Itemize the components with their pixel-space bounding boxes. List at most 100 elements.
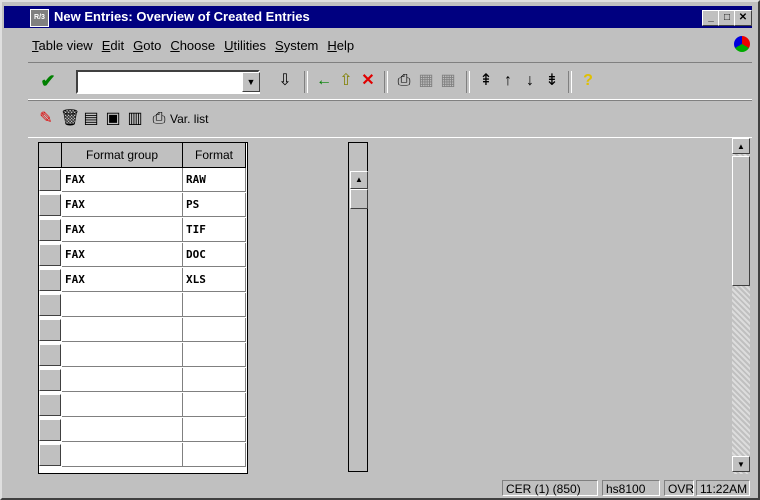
menu-item-6[interactable]: Help <box>327 38 354 53</box>
row-selector[interactable] <box>39 294 61 316</box>
screen-scroll-down-icon[interactable]: ▼ <box>732 456 750 472</box>
row-selector[interactable] <box>39 244 61 266</box>
select-all-corner[interactable] <box>39 143 62 168</box>
row-selector[interactable] <box>39 344 61 366</box>
sap-window: R/3 New Entries: Overview of Created Ent… <box>0 0 760 500</box>
row-selector[interactable] <box>39 319 61 341</box>
cell-format-group[interactable] <box>62 418 183 442</box>
table-scroll-thumb[interactable] <box>350 189 368 209</box>
enter-check-icon[interactable]: ✔ <box>38 71 58 91</box>
first-page-icon[interactable]: ⇞ <box>476 71 496 91</box>
cell-format[interactable]: RAW <box>183 168 246 192</box>
print-icon[interactable]: ⎙ <box>394 71 414 91</box>
row-selector[interactable] <box>39 419 61 441</box>
exit-icon[interactable]: ⇧ <box>336 71 356 91</box>
save-icon[interactable]: ⇩ <box>274 71 296 91</box>
cell-format[interactable] <box>183 318 246 342</box>
cell-format-group[interactable] <box>62 393 183 417</box>
menu-item-label: tilities <box>233 38 267 53</box>
header-format[interactable]: Format <box>183 143 246 168</box>
cell-format-group[interactable]: FAX <box>62 243 183 267</box>
window-title: New Entries: Overview of Created Entries <box>54 9 310 24</box>
row-selector[interactable] <box>39 369 61 391</box>
cell-format[interactable] <box>183 443 246 467</box>
menu-item-label: hoose <box>179 38 216 53</box>
menu-bar: Table view Edit Goto Choose Utilities System H… <box>32 38 363 56</box>
command-field[interactable] <box>76 70 260 94</box>
cell-format[interactable]: PS <box>183 193 246 217</box>
previous-page-icon[interactable]: ↑ <box>498 71 518 91</box>
menu-item-mnemonic: G <box>133 38 144 53</box>
cell-format-group[interactable]: FAX <box>62 268 183 292</box>
cell-format[interactable] <box>183 393 246 417</box>
var-list-print-icon[interactable]: ⎙ <box>150 109 168 129</box>
help-icon[interactable]: ? <box>578 71 598 91</box>
application-toolbar: ✎ 🗑 ▤ ▣ ▥ ⎙ Var. list <box>28 100 752 138</box>
var-list-button[interactable]: Var. list <box>170 109 208 129</box>
next-page-icon[interactable]: ↓ <box>520 71 540 91</box>
menu-item-5[interactable]: System <box>275 38 318 53</box>
close-button[interactable]: ✕ <box>734 10 752 26</box>
menu-item-3[interactable]: Choose <box>170 38 215 53</box>
screen-scrollbar[interactable]: ▲ ▼ <box>732 138 750 474</box>
title-bar: R/3 New Entries: Overview of Created Ent… <box>28 6 752 28</box>
row-selector[interactable] <box>39 394 61 416</box>
status-mode[interactable]: OVR <box>664 480 694 496</box>
menu-item-label: oto <box>143 38 162 53</box>
row-selector[interactable] <box>39 269 61 291</box>
menu-item-2[interactable]: Goto <box>133 38 161 53</box>
entries-table: Format group Format FAX RAW FAX PS FAX TIF FAX… <box>38 142 248 474</box>
find-icon[interactable]: ▦ <box>416 71 436 91</box>
row-selector[interactable] <box>39 219 61 241</box>
last-page-icon[interactable]: ⇟ <box>542 71 562 91</box>
menu-item-0[interactable]: Table view <box>32 38 93 53</box>
status-bar: CER (1) (850) hs8100 OVR 11:22AM <box>28 478 752 498</box>
menu-item-mnemonic: U <box>224 38 234 53</box>
status-time: 11:22AM <box>696 480 750 496</box>
menu-item-mnemonic: H <box>327 38 337 53</box>
sap-app-icon[interactable]: R/3 <box>30 9 49 27</box>
cell-format-group[interactable] <box>62 368 183 392</box>
scroll-up-arrow-icon[interactable]: ▲ <box>350 171 368 189</box>
delete-trash-icon[interactable]: 🗑 <box>60 109 80 129</box>
table-area: Format group Format FAX RAW FAX PS FAX TIF FAX… <box>28 138 752 476</box>
screen-scroll-up-icon[interactable]: ▲ <box>732 138 750 154</box>
cell-format-group[interactable]: FAX <box>62 193 183 217</box>
select-block-icon[interactable]: ▣ <box>104 109 122 129</box>
cell-format[interactable]: XLS <box>183 268 246 292</box>
cell-format[interactable] <box>183 343 246 367</box>
cell-format-group[interactable]: FAX <box>62 168 183 192</box>
find-next-icon[interactable]: ▦ <box>438 71 458 91</box>
standard-toolbar: ✔ ▼ ⇩ ← ⇧ ✕ ⎙ ▦ ▦ ⇞ ↑ ↓ ⇟ ? <box>28 62 752 100</box>
row-selector[interactable] <box>39 169 61 191</box>
table-scrollbar[interactable]: ▲ <box>348 142 368 472</box>
back-icon[interactable]: ← <box>314 71 334 91</box>
menu-item-label: elp <box>336 38 355 53</box>
screen-scroll-thumb[interactable] <box>732 156 750 286</box>
deselect-all-icon[interactable]: ▥ <box>126 109 144 129</box>
menu-item-mnemonic: C <box>170 38 180 53</box>
cell-format-group[interactable] <box>62 318 183 342</box>
cell-format-group[interactable]: FAX <box>62 218 183 242</box>
cell-format-group[interactable] <box>62 343 183 367</box>
status-server: hs8100 <box>602 480 660 496</box>
row-selector[interactable] <box>39 444 61 466</box>
title-left-strip <box>4 6 28 28</box>
cell-format[interactable] <box>183 293 246 317</box>
sap-logo-icon <box>734 36 750 52</box>
edit-pencil-icon[interactable]: ✎ <box>36 109 56 129</box>
cell-format[interactable] <box>183 418 246 442</box>
cell-format[interactable] <box>183 368 246 392</box>
cell-format[interactable]: TIF <box>183 218 246 242</box>
header-format-group[interactable]: Format group <box>62 143 183 168</box>
cancel-icon[interactable]: ✕ <box>358 71 378 91</box>
cell-format-group[interactable] <box>62 443 183 467</box>
command-dropdown-button[interactable]: ▼ <box>242 72 260 92</box>
menu-item-4[interactable]: Utilities <box>224 38 266 53</box>
row-selector[interactable] <box>39 194 61 216</box>
menu-item-mnemonic: S <box>275 38 284 53</box>
cell-format-group[interactable] <box>62 293 183 317</box>
menu-item-1[interactable]: Edit <box>102 38 124 53</box>
cell-format[interactable]: DOC <box>183 243 246 267</box>
select-all-icon[interactable]: ▤ <box>82 109 100 129</box>
